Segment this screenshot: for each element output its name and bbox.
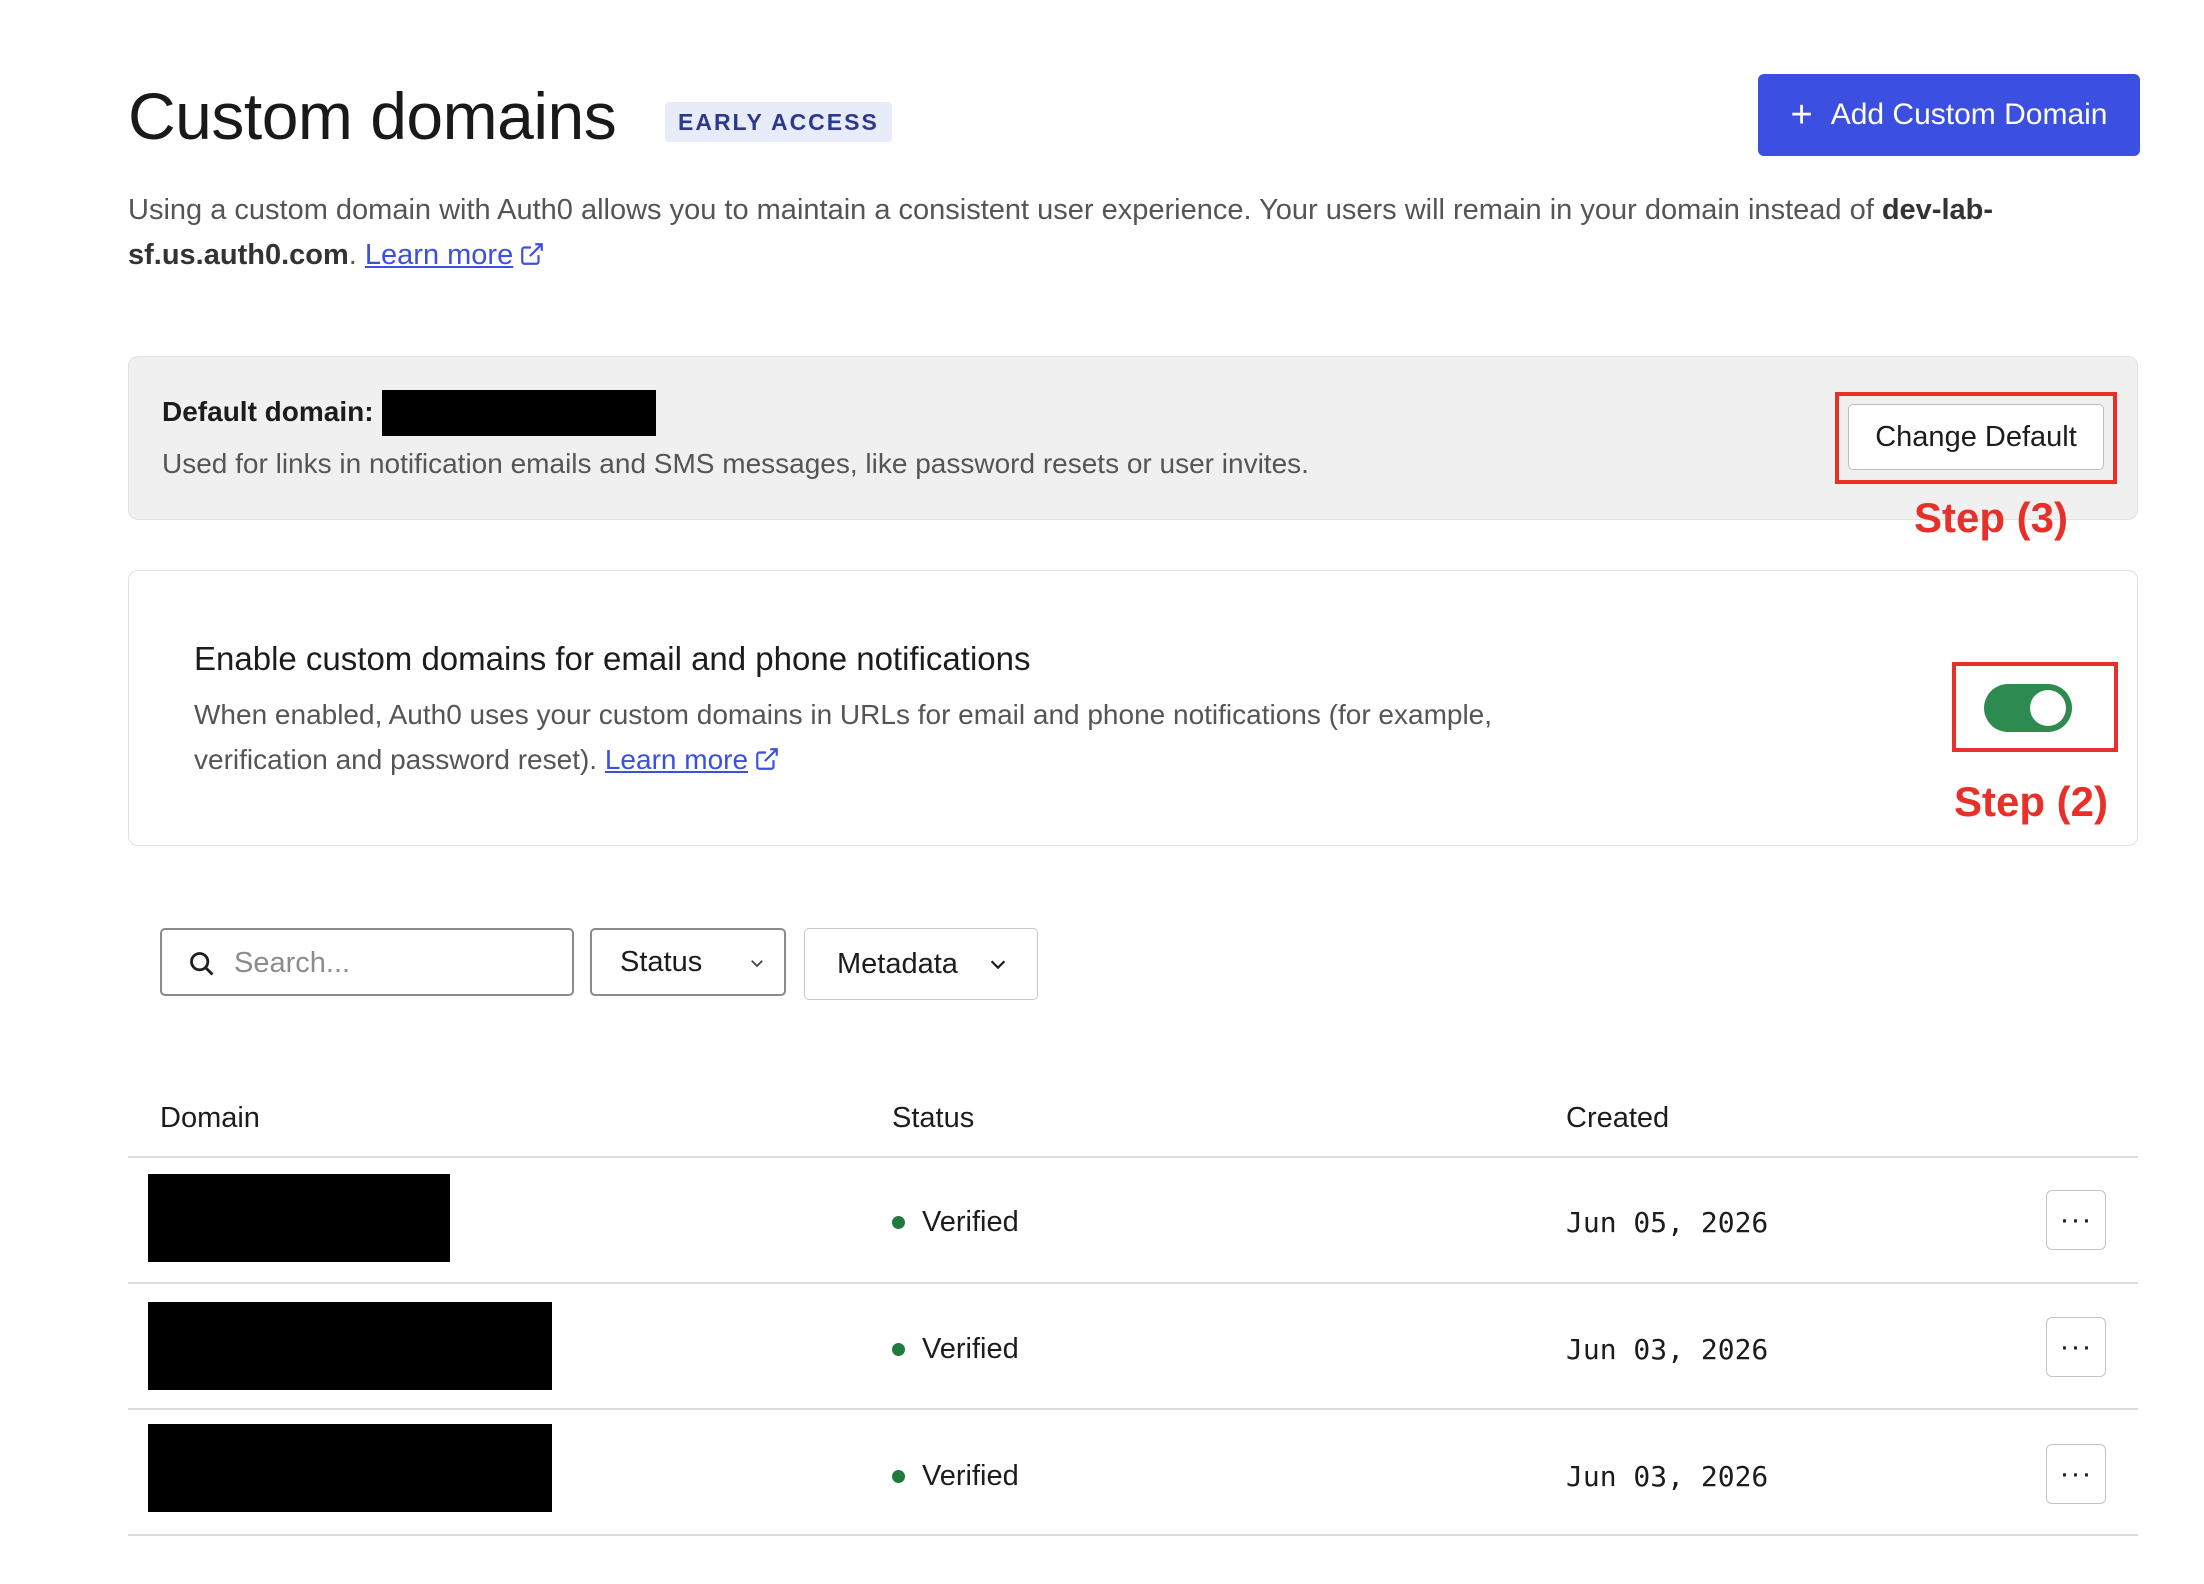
status-cell: Verified <box>922 1206 1019 1238</box>
table-bottom-divider <box>128 1534 2138 1536</box>
intro-body: Using a custom domain with Auth0 allows … <box>128 194 1882 226</box>
add-custom-domain-button[interactable]: + Add Custom Domain <box>1758 74 2140 156</box>
step2-highlight-box <box>1952 662 2118 752</box>
page-title: Custom domains <box>128 79 617 153</box>
redacted-domain <box>148 1302 552 1390</box>
search-input[interactable] <box>232 940 556 986</box>
table-header-divider <box>128 1156 2138 1158</box>
notifications-description-text: When enabled, Auth0 uses your custom dom… <box>194 699 1493 775</box>
metadata-filter-dropdown[interactable]: Metadata <box>804 928 1038 1000</box>
external-link-icon[interactable] <box>754 746 780 772</box>
step3-highlight-box <box>1835 392 2117 484</box>
intro-text: Using a custom domain with Auth0 allows … <box>128 188 2108 278</box>
verified-status-dot <box>892 1343 905 1356</box>
redacted-domain <box>148 1174 450 1262</box>
notifications-learn-more-link[interactable]: Learn more <box>605 744 748 775</box>
default-domain-label: Default domain: <box>162 396 374 427</box>
created-cell: Jun 03, 2026 <box>1566 1460 1769 1493</box>
step2-label: Step (2) <box>1954 778 2109 825</box>
status-filter-label: Status <box>620 945 703 978</box>
table-row-divider <box>128 1408 2138 1410</box>
column-header-created[interactable]: Created <box>1566 1102 1669 1135</box>
status-filter-dropdown[interactable]: Status <box>590 928 786 996</box>
verified-status-dot <box>892 1216 905 1229</box>
notifications-title: Enable custom domains for email and phon… <box>194 640 1031 677</box>
search-icon <box>190 952 214 976</box>
created-cell: Jun 03, 2026 <box>1566 1333 1769 1366</box>
metadata-filter-label: Metadata <box>837 947 958 980</box>
status-cell: Verified <box>922 1333 1019 1365</box>
chevron-down-icon <box>990 960 1006 970</box>
default-domain-description: Used for links in notification emails an… <box>162 448 1309 479</box>
notifications-description: When enabled, Auth0 uses your custom dom… <box>194 692 1514 782</box>
search-box[interactable] <box>160 928 574 996</box>
created-cell: Jun 05, 2026 <box>1566 1206 1769 1239</box>
status-cell: Verified <box>922 1460 1019 1492</box>
column-header-domain[interactable]: Domain <box>160 1102 260 1135</box>
row-actions-button[interactable]: ··· <box>2046 1444 2106 1504</box>
add-custom-domain-label: Add Custom Domain <box>1830 98 2108 131</box>
early-access-badge: EARLY ACCESS <box>665 102 892 142</box>
table-row-divider <box>128 1282 2138 1284</box>
chevron-down-icon <box>751 960 763 968</box>
row-actions-button[interactable]: ··· <box>2046 1317 2106 1377</box>
intro-period: . <box>348 239 365 271</box>
learn-more-link[interactable]: Learn more <box>365 239 513 271</box>
external-link-icon[interactable] <box>519 241 545 267</box>
verified-status-dot <box>892 1470 905 1483</box>
row-actions-button[interactable]: ··· <box>2046 1190 2106 1250</box>
column-header-status[interactable]: Status <box>892 1102 974 1135</box>
redacted-domain <box>148 1424 552 1512</box>
plus-icon: + <box>1790 94 1813 136</box>
redacted-default-domain <box>382 390 656 436</box>
step3-label: Step (3) <box>1914 494 2069 541</box>
